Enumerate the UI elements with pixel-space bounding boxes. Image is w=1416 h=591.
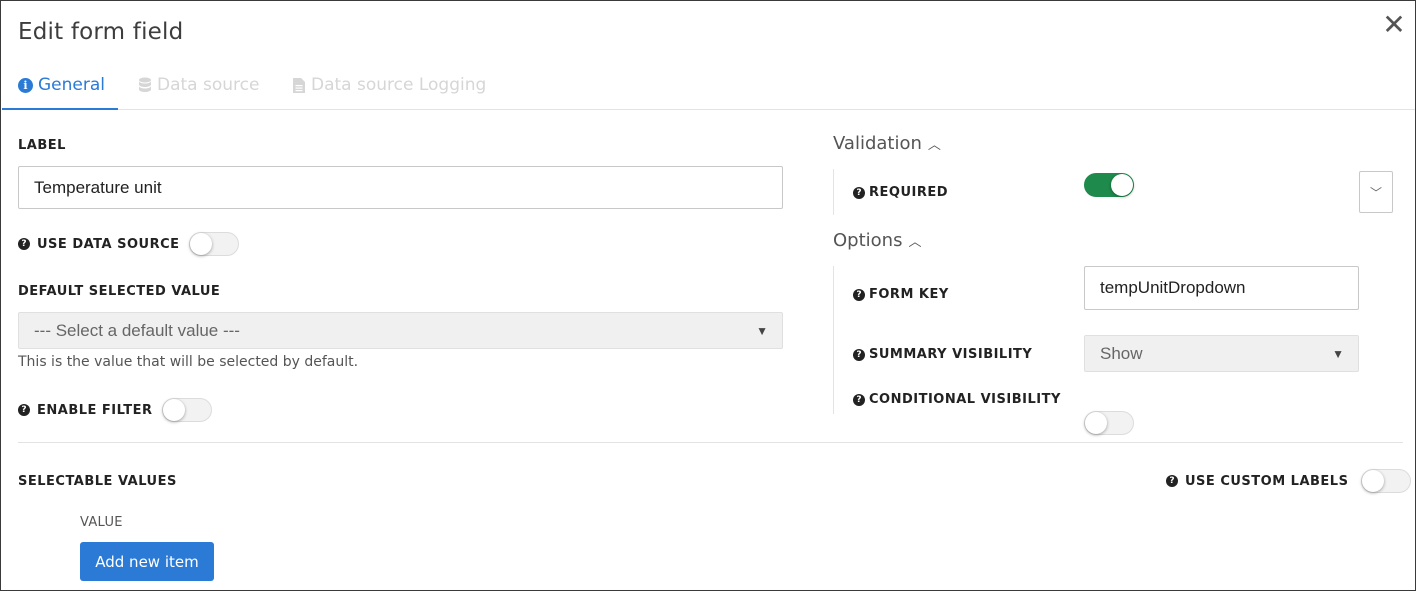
default-value-placeholder: --- Select a default value --- [34, 320, 240, 340]
enable-filter-row: ? ENABLE FILTER [18, 398, 212, 422]
form-key-input[interactable]: tempUnitDropdown [1084, 266, 1359, 310]
options-group-bar [833, 266, 834, 414]
dialog-title: Edit form field [18, 19, 184, 45]
selectable-values-title: SELECTABLE VALUES [18, 474, 177, 489]
required-row: ? REQUIRED [853, 185, 948, 200]
help-icon: ? [853, 186, 865, 199]
options-section-header[interactable]: Options ︿ [833, 230, 921, 251]
summary-visibility-select[interactable]: Show ▼ [1084, 335, 1359, 372]
close-icon[interactable]: ✕ [1380, 10, 1408, 40]
tabs-divider [2, 109, 1415, 110]
help-icon: ? [18, 404, 30, 416]
conditional-visibility-toggle[interactable] [1084, 411, 1134, 435]
summary-visibility-label: SUMMARY VISIBILITY [869, 347, 1033, 362]
use-custom-labels-label: USE CUSTOM LABELS [1185, 473, 1349, 489]
use-data-source-toggle[interactable] [188, 232, 239, 256]
required-toggle[interactable] [1084, 173, 1134, 197]
conditional-visibility-row: ? CONDITIONAL VISIBILITY [853, 392, 1061, 407]
help-icon: ? [18, 238, 30, 250]
tab-data-source-label: Data source [157, 75, 260, 95]
caret-down-icon: ▼ [756, 323, 768, 338]
help-icon: ? [853, 288, 865, 301]
tab-general-label: General [38, 75, 105, 95]
value-column-header: VALUE [80, 515, 123, 530]
database-icon [139, 77, 151, 92]
caret-down-icon: ▼ [1332, 346, 1344, 361]
conditional-visibility-label: CONDITIONAL VISIBILITY [869, 392, 1061, 407]
tab-data-source-logging[interactable]: Data source Logging [292, 73, 486, 97]
use-data-source-label: USE DATA SOURCE [37, 236, 180, 252]
required-label: REQUIRED [869, 185, 949, 200]
default-selected-title: DEFAULT SELECTED VALUE [18, 284, 221, 299]
validation-title: Validation [833, 133, 922, 154]
label-input[interactable]: Temperature unit [18, 166, 783, 209]
summary-visibility-value: Show [1100, 343, 1143, 363]
section-divider [18, 442, 1403, 443]
edit-form-field-dialog: Edit form field ✕ i General Data source … [0, 0, 1416, 591]
chevron-up-icon: ︿ [927, 138, 941, 153]
use-data-source-row: ? USE DATA SOURCE [18, 232, 239, 256]
file-icon [293, 77, 305, 93]
info-circle-icon: i [18, 77, 33, 93]
tab-data-source[interactable]: Data source [138, 73, 259, 97]
options-title: Options [833, 230, 903, 251]
default-value-hint: This is the value that will be selected … [18, 354, 359, 370]
active-tab-indicator [2, 108, 118, 110]
add-new-item-button[interactable]: Add new item [80, 542, 214, 581]
enable-filter-toggle[interactable] [161, 398, 212, 422]
tab-general[interactable]: i General [18, 73, 105, 97]
summary-visibility-row: ? SUMMARY VISIBILITY [853, 347, 1032, 362]
use-custom-labels-toggle[interactable] [1361, 469, 1412, 493]
chevron-down-icon[interactable]: ﹀ [1359, 171, 1393, 213]
help-icon: ? [853, 393, 865, 406]
use-custom-labels-row: ? USE CUSTOM LABELS [1166, 469, 1412, 493]
help-icon: ? [853, 348, 865, 361]
form-key-row: ? FORM KEY [853, 287, 949, 302]
default-value-select[interactable]: --- Select a default value --- ▼ [18, 312, 783, 349]
enable-filter-label: ENABLE FILTER [37, 402, 153, 418]
chevron-up-icon: ︿ [908, 235, 922, 250]
label-field-title: LABEL [18, 138, 66, 153]
validation-group-bar [833, 169, 834, 215]
validation-section-header[interactable]: Validation ︿ [833, 133, 941, 154]
form-key-label: FORM KEY [869, 287, 949, 302]
help-icon: ? [1166, 475, 1178, 487]
tab-data-source-logging-label: Data source Logging [311, 75, 487, 95]
